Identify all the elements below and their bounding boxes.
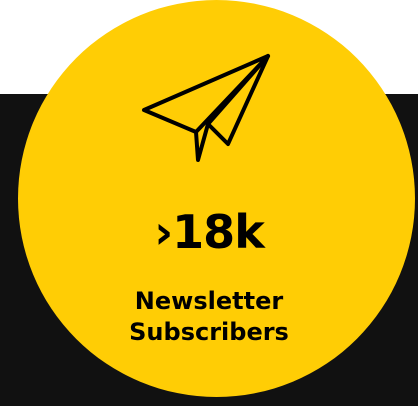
paper-plane-icon bbox=[142, 54, 270, 162]
subscriber-label: Newsletter Subscribers bbox=[0, 286, 418, 348]
subscriber-count: ›18k bbox=[154, 205, 265, 259]
label-line-newsletter: Newsletter bbox=[134, 287, 284, 315]
label-line-subscribers: Subscribers bbox=[129, 318, 289, 346]
